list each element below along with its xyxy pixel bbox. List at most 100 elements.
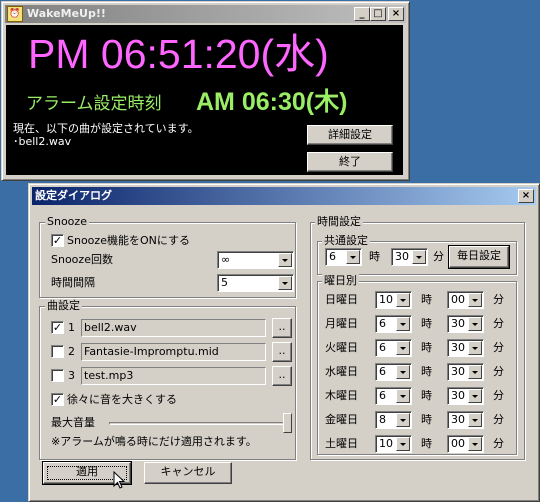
- song-1-checkbox[interactable]: ✓: [51, 321, 64, 334]
- status-text: 現在、以下の曲が設定されています。: [13, 122, 199, 135]
- app-icon: ⏰: [7, 6, 23, 22]
- song-2-checkbox[interactable]: [51, 345, 64, 358]
- song-2-browse-button[interactable]: ..: [272, 342, 292, 362]
- day-hour-value: 8: [379, 413, 386, 426]
- day-label: 木曜日: [325, 389, 358, 402]
- day-minute-select[interactable]: 30: [447, 339, 484, 357]
- day-hour-value: 6: [379, 365, 386, 378]
- song-1-file[interactable]: bell2.wav: [81, 319, 266, 337]
- chevron-down-icon[interactable]: [468, 389, 482, 403]
- chevron-down-icon[interactable]: [412, 250, 426, 264]
- chevron-down-icon[interactable]: [396, 413, 410, 427]
- common-hour-select[interactable]: 6: [325, 248, 362, 266]
- day-label: 日曜日: [325, 293, 358, 306]
- song-3-file[interactable]: test.mp3: [81, 367, 266, 385]
- chevron-down-icon[interactable]: [468, 365, 482, 379]
- day-hour-select[interactable]: 6: [375, 387, 412, 405]
- hour-unit: 時: [421, 437, 432, 450]
- chevron-down-icon[interactable]: [468, 317, 482, 331]
- volume-slider-thumb[interactable]: [283, 413, 292, 433]
- day-minute-select[interactable]: 00: [447, 435, 484, 453]
- day-hour-value: 10: [379, 437, 393, 450]
- chevron-down-icon[interactable]: [396, 437, 410, 451]
- dialog-close-icon[interactable]: ×: [518, 189, 534, 203]
- snooze-group-label: Snooze: [45, 215, 89, 228]
- hour-unit: 時: [421, 389, 432, 402]
- chevron-down-icon[interactable]: [396, 365, 410, 379]
- hour-unit: 時: [421, 341, 432, 354]
- song-3-checkbox[interactable]: [51, 369, 64, 382]
- volume-note: ※アラームが鳴る時にだけ適用されます。: [51, 435, 257, 448]
- minimize-icon[interactable]: _: [354, 7, 370, 21]
- current-clock: PM 06:51:20(水): [28, 31, 329, 77]
- snooze-count-select[interactable]: ∞: [217, 251, 294, 269]
- song-3-browse-button[interactable]: ..: [272, 366, 292, 386]
- main-titlebar[interactable]: ⏰ WakeMeUp!! _ □ ×: [5, 5, 406, 23]
- hour-unit: 時: [421, 365, 432, 378]
- song-1-browse-button[interactable]: ..: [272, 318, 292, 338]
- day-minute-value: 30: [451, 413, 465, 426]
- chevron-down-icon[interactable]: [468, 293, 482, 307]
- day-minute-select[interactable]: 00: [447, 291, 484, 309]
- daily-group-label: 曜日別: [322, 274, 359, 287]
- chevron-down-icon[interactable]: [396, 293, 410, 307]
- snooze-count-value: ∞: [221, 253, 231, 266]
- day-hour-select[interactable]: 6: [375, 339, 412, 357]
- day-minute-select[interactable]: 30: [447, 387, 484, 405]
- day-hour-value: 6: [379, 389, 386, 402]
- chevron-down-icon[interactable]: [468, 341, 482, 355]
- song-2-index: 2: [68, 345, 75, 358]
- main-display: PM 06:51:20(水) アラーム設定時刻 AM 06:30(木) 現在、以…: [6, 25, 403, 175]
- chevron-down-icon[interactable]: [278, 276, 292, 290]
- day-hour-select[interactable]: 6: [375, 315, 412, 333]
- day-minute-select[interactable]: 30: [447, 411, 484, 429]
- minute-unit: 分: [493, 293, 504, 306]
- minute-unit: 分: [493, 317, 504, 330]
- maximize-icon[interactable]: □: [370, 7, 386, 21]
- day-minute-select[interactable]: 30: [447, 315, 484, 333]
- detail-settings-button[interactable]: 詳細設定: [307, 125, 393, 145]
- common-minute-value: 30: [395, 250, 409, 263]
- day-minute-select[interactable]: 30: [447, 363, 484, 381]
- day-label: 金曜日: [325, 413, 358, 426]
- main-window-title: WakeMeUp!!: [27, 7, 106, 20]
- snooze-interval-label: 時間間隔: [51, 276, 95, 289]
- day-minute-value: 30: [451, 389, 465, 402]
- song-group-label: 曲設定: [45, 299, 82, 312]
- chevron-down-icon[interactable]: [468, 437, 482, 451]
- dialog-title: 設定ダイアログ: [35, 189, 112, 202]
- chevron-down-icon[interactable]: [346, 250, 360, 264]
- time-group-label: 時間設定: [315, 215, 363, 228]
- day-hour-value: 6: [379, 317, 386, 330]
- day-hour-select[interactable]: 10: [375, 435, 412, 453]
- chevron-down-icon[interactable]: [396, 389, 410, 403]
- dialog-titlebar[interactable]: 設定ダイアログ ×: [32, 187, 536, 205]
- quit-button[interactable]: 終了: [307, 152, 393, 172]
- song-2-file[interactable]: Fantasie-Impromptu.mid: [81, 343, 266, 361]
- hour-unit: 時: [421, 413, 432, 426]
- common-minute-select[interactable]: 30: [391, 248, 428, 266]
- day-hour-select[interactable]: 8: [375, 411, 412, 429]
- day-minute-value: 30: [451, 365, 465, 378]
- everyday-set-button[interactable]: 毎日設定: [449, 246, 509, 268]
- snooze-enable-checkbox[interactable]: ✓: [51, 234, 64, 247]
- chevron-down-icon[interactable]: [468, 413, 482, 427]
- cancel-button[interactable]: キャンセル: [144, 462, 232, 484]
- day-hour-select[interactable]: 6: [375, 363, 412, 381]
- fade-in-label: 徐々に音を大きくする: [67, 393, 177, 406]
- chevron-down-icon[interactable]: [396, 317, 410, 331]
- day-label: 水曜日: [325, 365, 358, 378]
- song-text: ･bell2.wav: [13, 135, 72, 148]
- snooze-enable-label: Snooze機能をONにする: [67, 234, 190, 247]
- chevron-down-icon[interactable]: [396, 341, 410, 355]
- minute-unit: 分: [493, 389, 504, 402]
- close-icon[interactable]: ×: [388, 7, 404, 21]
- fade-in-checkbox[interactable]: ✓: [51, 393, 64, 406]
- max-volume-label: 最大音量: [51, 416, 95, 429]
- snooze-interval-select[interactable]: 5: [217, 274, 294, 292]
- alarm-time: AM 06:30(木): [196, 88, 348, 116]
- day-minute-value: 30: [451, 341, 465, 354]
- day-hour-select[interactable]: 10: [375, 291, 412, 309]
- minute-unit: 分: [493, 365, 504, 378]
- chevron-down-icon[interactable]: [278, 253, 292, 267]
